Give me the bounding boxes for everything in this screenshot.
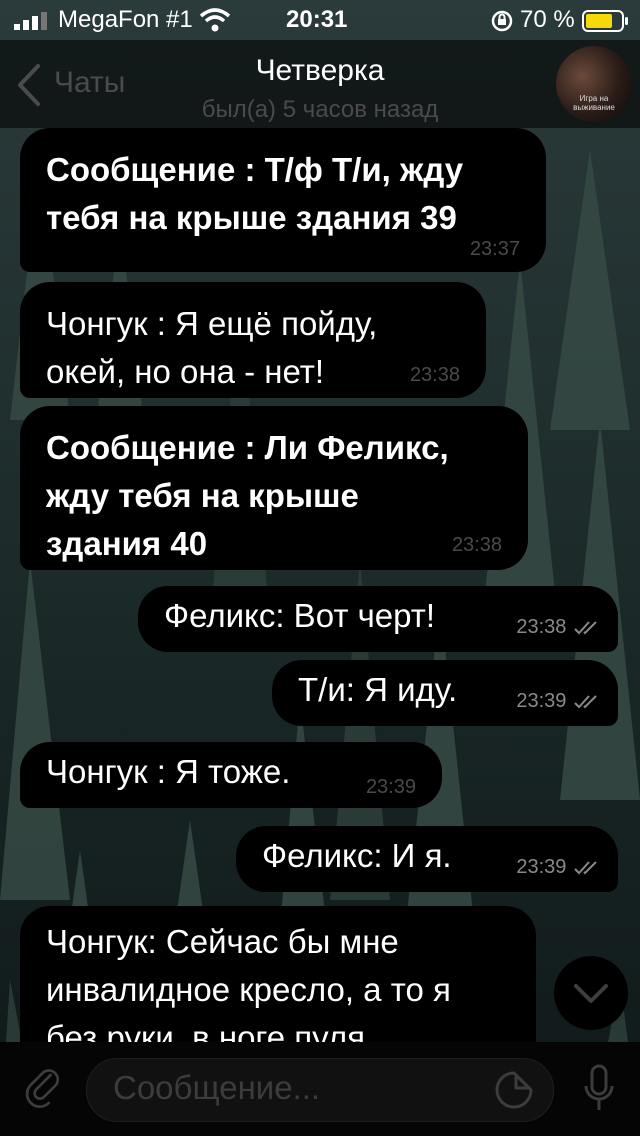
read-checkmarks-icon (574, 695, 597, 709)
chat-header: Чаты Четверка был(а) 5 часов назад Игра … (0, 40, 640, 128)
message-time: 23:38 (451, 534, 502, 556)
avatar-caption: Игра на выживание (573, 94, 615, 112)
last-seen-status: был(а) 5 часов назад (201, 96, 439, 123)
message-bubble[interactable]: Чонгук : Я ещё пойду, окей, но она - нет… (20, 282, 486, 398)
message-text: Сообщение : Т/ф Т/и, жду тебя на крыше з… (46, 151, 464, 236)
message-time: 23:39 (516, 856, 600, 879)
message-time: 23:39 (365, 776, 416, 798)
message-text: Т/и: Я иду. (298, 671, 458, 708)
scroll-down-button[interactable] (554, 956, 628, 1030)
message-bubble[interactable]: Феликс: И я. 23:39 (236, 826, 618, 892)
microphone-icon[interactable] (582, 1064, 616, 1114)
paperclip-icon[interactable] (20, 1066, 66, 1112)
message-text: Чонгук : Я тоже. (46, 753, 291, 790)
message-bubble[interactable]: Чонгук : Я тоже. 23:39 (20, 742, 442, 808)
message-text: Чонгук : Я ещё пойду, окей, но она - нет… (46, 305, 378, 390)
avatar[interactable]: Игра на выживание (556, 46, 632, 122)
chevron-down-icon (574, 984, 608, 1003)
orientation-lock-icon (491, 10, 513, 32)
message-text: Сообщение : Ли Феликс, жду тебя на крыше… (46, 429, 449, 562)
chat-title[interactable]: Четверка (0, 54, 640, 88)
message-time: 23:39 (516, 690, 600, 713)
read-checkmarks-icon (574, 861, 597, 875)
battery-percent: 70 % (520, 6, 575, 33)
message-bubble[interactable]: Феликс: Вот черт! 23:38 (138, 586, 618, 652)
message-bubble[interactable]: Т/и: Я иду. 23:39 (272, 660, 618, 726)
message-input[interactable]: Сообщение... (86, 1058, 554, 1122)
status-bar: MegaFon #1 20:31 70 % (0, 0, 640, 40)
message-time: 23:37 (469, 238, 520, 260)
message-bubble[interactable]: Сообщение : Ли Феликс, жду тебя на крыше… (20, 406, 528, 570)
message-time: 23:38 (409, 364, 460, 386)
message-bubble[interactable]: Сообщение : Т/ф Т/и, жду тебя на крыше з… (20, 128, 546, 272)
message-text: Чонгук: Сейчас бы мне инвалидное кресло,… (46, 923, 451, 1056)
message-placeholder: Сообщение... (113, 1069, 321, 1106)
sticker-icon[interactable] (495, 1071, 533, 1109)
message-input-bar: Сообщение... (0, 1042, 640, 1136)
read-checkmarks-icon (574, 621, 597, 635)
battery-icon (582, 10, 628, 32)
status-time: 20:31 (286, 6, 348, 33)
carrier-name: MegaFon #1 (58, 6, 193, 33)
signal-strength-icon (14, 12, 47, 30)
wifi-icon (199, 8, 231, 32)
message-text: Феликс: Вот черт! (164, 597, 436, 634)
message-time: 23:38 (516, 616, 600, 639)
message-text: Феликс: И я. (262, 837, 452, 874)
